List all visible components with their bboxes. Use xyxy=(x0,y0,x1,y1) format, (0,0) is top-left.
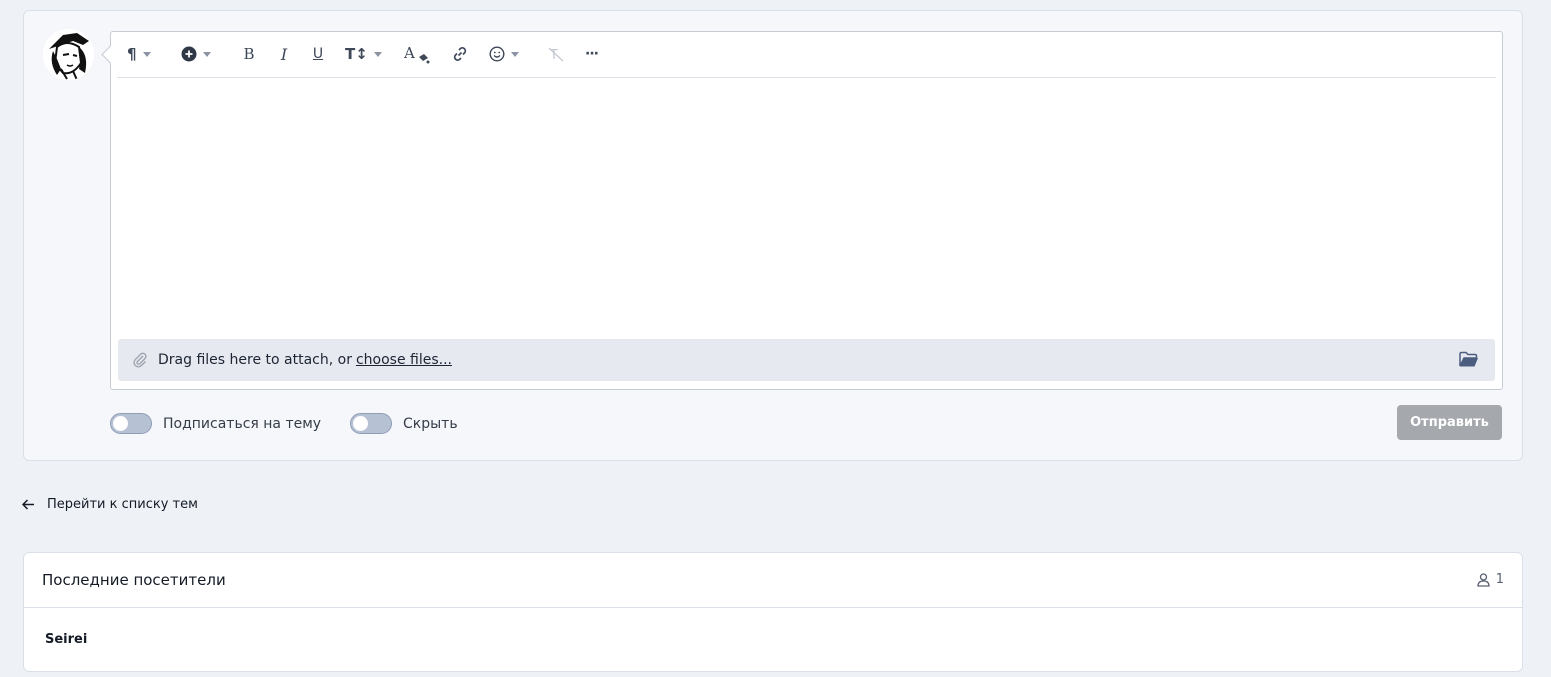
subscribe-option: Подписаться на тему xyxy=(110,413,321,434)
paperclip-icon xyxy=(133,352,147,368)
chevron-down-icon xyxy=(142,51,151,57)
editor-toolbar: ¶ B I U T↕ A T ··· xyxy=(117,32,1496,78)
smile-icon xyxy=(489,46,505,62)
user-icon xyxy=(1477,572,1490,587)
more-options-button[interactable]: ··· xyxy=(585,42,599,66)
plus-circle-icon xyxy=(181,46,197,62)
visitor-count: 1 xyxy=(1477,572,1504,587)
subscribe-label: Подписаться на тему xyxy=(163,415,322,432)
user-avatar[interactable] xyxy=(43,29,94,80)
chevron-down-icon xyxy=(511,51,519,57)
recent-visitors-panel: Последние посетители 1 Seirei xyxy=(23,552,1523,672)
choose-files-link[interactable]: choose files... xyxy=(356,352,452,368)
text-color-icon: A xyxy=(403,44,430,64)
quick-reply-block: ¶ B I U T↕ A T ··· Drag files here to at… xyxy=(23,10,1523,461)
message-editor[interactable]: ¶ B I U T↕ A T ··· Drag files here to at… xyxy=(110,31,1503,390)
subscribe-toggle[interactable] xyxy=(110,413,152,434)
chevron-down-icon xyxy=(373,51,382,57)
ellipsis-icon: ··· xyxy=(585,46,599,62)
insert-button[interactable] xyxy=(181,42,211,66)
attach-instruction: Drag files here to attach, or xyxy=(158,352,352,368)
italic-icon: I xyxy=(280,44,288,64)
hide-label: Скрыть xyxy=(403,415,458,432)
send-button[interactable]: Отправить xyxy=(1397,405,1502,440)
underline-icon: U xyxy=(312,46,324,62)
arrow-left-icon xyxy=(22,499,34,510)
insert-link-button[interactable] xyxy=(451,42,469,66)
file-drop-zone[interactable]: Drag files here to attach, or choose fil… xyxy=(118,339,1495,381)
back-link-label: Перейти к списку тем xyxy=(47,497,198,512)
visitors-header: Последние посетители 1 xyxy=(24,553,1522,608)
text-height-icon: T↕ xyxy=(345,45,368,63)
bold-button[interactable]: B xyxy=(240,42,258,66)
hide-toggle[interactable] xyxy=(350,413,392,434)
back-to-topics-link[interactable]: Перейти к списку тем xyxy=(22,497,198,512)
emoji-button[interactable] xyxy=(489,42,519,66)
italic-button[interactable]: I xyxy=(275,42,293,66)
paragraph-format-button[interactable]: ¶ xyxy=(127,42,151,66)
text-color-button[interactable]: A xyxy=(403,42,431,66)
underline-button[interactable]: U xyxy=(309,42,327,66)
hide-option: Скрыть xyxy=(350,413,458,434)
svg-text:A: A xyxy=(403,44,415,62)
chevron-down-icon xyxy=(203,51,211,57)
visitor-count-value: 1 xyxy=(1495,572,1504,587)
folder-open-icon[interactable] xyxy=(1459,351,1479,368)
remove-format-icon: T xyxy=(548,47,564,62)
paragraph-icon: ¶ xyxy=(127,45,137,63)
bold-icon: B xyxy=(243,45,255,63)
link-icon xyxy=(453,47,467,61)
visitors-title: Последние посетители xyxy=(42,571,226,589)
font-size-button[interactable]: T↕ xyxy=(345,42,382,66)
visitor-name[interactable]: Seirei xyxy=(45,632,87,647)
clear-format-button[interactable]: T xyxy=(547,42,565,66)
